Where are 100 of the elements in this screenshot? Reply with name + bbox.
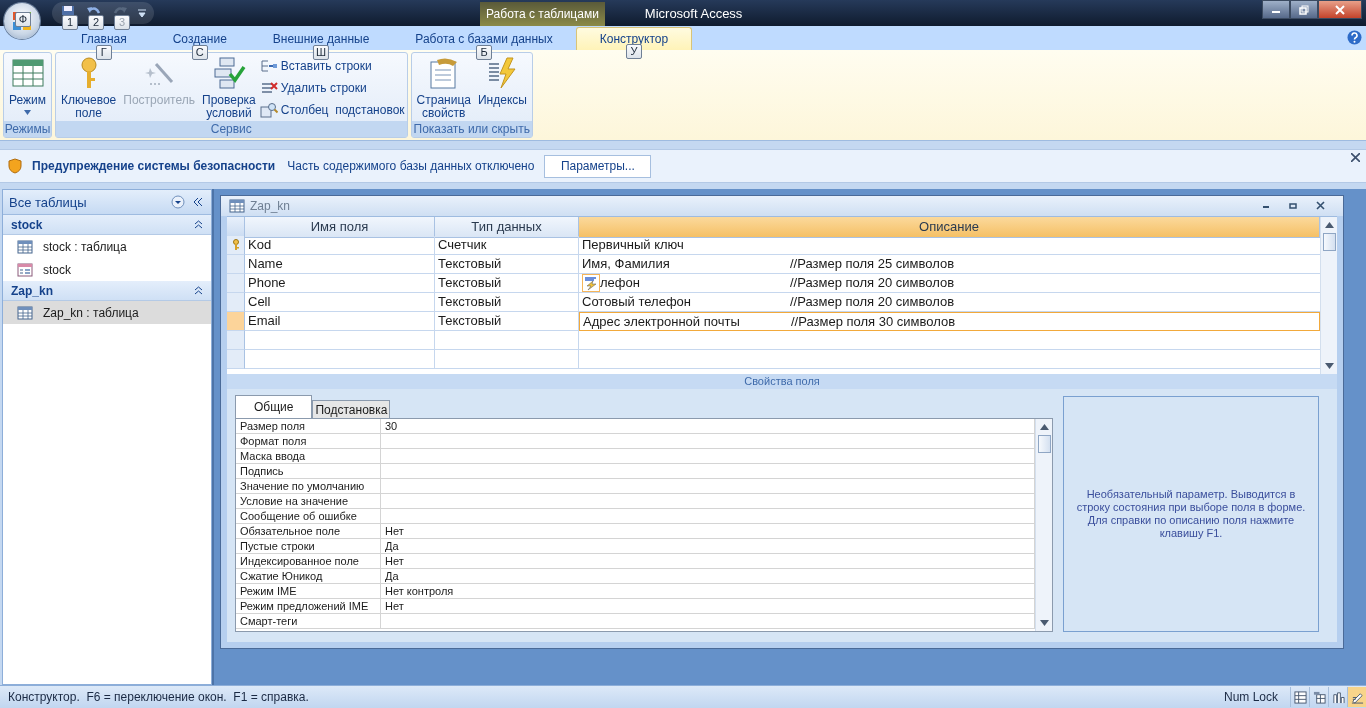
property-label: Сообщение об ошибке <box>236 509 381 524</box>
property-label: Режим IME <box>236 584 381 599</box>
table-cell: Name <box>245 255 435 274</box>
description-text: Имя, Фамилия <box>582 256 670 272</box>
options-button[interactable]: Параметры... <box>544 154 652 178</box>
minimize-button[interactable] <box>1262 0 1290 19</box>
description-text: Адрес электронной почты <box>583 314 740 329</box>
pivot-table-icon <box>1312 690 1326 704</box>
ribbon-button[interactable]: Столбец подстановок <box>259 101 405 119</box>
table-icon <box>229 199 245 213</box>
scroll-thumb[interactable] <box>1037 435 1051 453</box>
keytip: 2 <box>88 15 104 30</box>
nav-group-header[interactable]: Zap_kn <box>3 281 211 301</box>
grid-icon <box>10 56 45 90</box>
scroll-down-icon[interactable] <box>1324 363 1334 369</box>
table-cell: Email <box>245 312 435 331</box>
warning-message: Часть содержимого базы данных отключено <box>287 159 535 173</box>
restore-icon[interactable] <box>1289 201 1298 211</box>
property-value[interactable]: Да <box>381 539 1035 554</box>
property-value[interactable]: Нет контроля <box>381 584 1035 599</box>
ribbon-button[interactable]: Удалить строки <box>259 79 405 97</box>
context-tab-label: Работа с таблицами <box>480 2 605 26</box>
status-text: Конструктор. F6 = переключение окон. F1 = справка. <box>8 690 310 704</box>
keytip: 1 <box>62 15 78 30</box>
nav-group-title: Zap_kn <box>11 283 53 298</box>
scrollbar[interactable] <box>1320 217 1337 374</box>
keytip: Ш <box>313 45 330 60</box>
view-button[interactable] <box>1309 687 1328 707</box>
property-label: Сжатие Юникод <box>236 569 381 584</box>
group-label: Показать или скрыть <box>411 121 532 137</box>
ribbon-button[interactable]: Страница свойств <box>413 56 474 120</box>
column-header[interactable]: Тип данных <box>435 217 579 238</box>
property-value[interactable]: Нет <box>381 599 1035 614</box>
nav-group-header[interactable]: stock <box>3 215 211 235</box>
property-tab[interactable]: Общие <box>235 395 313 418</box>
section-title: Свойства поля <box>227 374 1337 389</box>
close-button[interactable] <box>1318 0 1362 19</box>
description-cell[interactable]: Имя, Фамилия //Размер поля 25 символов <box>579 255 1320 274</box>
check-icon <box>211 56 246 90</box>
key-icon <box>231 239 240 251</box>
description-cell[interactable]: лефон //Размер поля 20 символов <box>579 274 1320 293</box>
scrollbar[interactable] <box>1035 419 1052 631</box>
property-tab[interactable]: Подстановка <box>312 400 391 418</box>
design-view-icon <box>1350 690 1364 704</box>
close-icon[interactable] <box>1351 153 1360 162</box>
collapse-pane-icon[interactable] <box>191 195 205 209</box>
table-cell: Текстовый <box>435 312 579 331</box>
keytip: 3 <box>114 15 130 30</box>
form-icon <box>17 262 33 277</box>
description-text: Сотовый телефон <box>582 294 692 310</box>
property-value[interactable]: Нет <box>381 524 1035 539</box>
description-cell[interactable]: Адрес электронной почты //Размер поля 30 символов <box>579 312 1320 331</box>
column-header[interactable]: Описание <box>579 217 1320 238</box>
insert-rows-icon <box>259 58 278 74</box>
scroll-up-icon[interactable] <box>1039 424 1049 430</box>
close-icon[interactable] <box>1316 201 1325 211</box>
view-button[interactable] <box>1347 687 1366 707</box>
property-label: Значение по умолчанию <box>236 479 381 494</box>
keytip: Ф <box>15 12 31 27</box>
nav-group-title: stock <box>11 217 43 232</box>
help-text: Необязательный параметр. Выводится в строку состояния при выборе поля в форме. Для справки по описанию поля нажмите клавишу F1. <box>1075 488 1307 540</box>
nav-item-label: Zap_kn : таблица <box>43 305 139 320</box>
property-label: Подпись <box>236 464 381 479</box>
property-label: Размер поля <box>236 419 381 434</box>
property-value[interactable]: 30 <box>381 419 1035 434</box>
table-cell: Cell <box>245 293 435 312</box>
scroll-thumb[interactable] <box>1322 233 1336 251</box>
keytip: С <box>191 45 208 60</box>
close-icon <box>1335 4 1345 15</box>
column-header[interactable]: Имя поля <box>245 217 435 238</box>
collapse-icon <box>194 286 203 295</box>
view-button[interactable] <box>1290 687 1309 707</box>
nav-item-label: stock : таблица <box>43 239 127 254</box>
property-value[interactable]: Нет <box>381 554 1035 569</box>
window-title: Microsoft Access <box>644 5 743 21</box>
group-label: Режимы <box>4 121 51 137</box>
help-icon[interactable] <box>1347 30 1362 45</box>
property-label: Пустые строки <box>236 539 381 554</box>
collapse-icon <box>194 220 203 229</box>
table-cell: Счетчик <box>435 236 579 255</box>
table-icon <box>17 305 33 320</box>
scroll-up-icon[interactable] <box>1324 222 1334 228</box>
description-cell[interactable]: Сотовый телефон //Размер поля 20 символов <box>579 293 1320 312</box>
comment-text: //Размер поля 25 символов <box>790 256 956 272</box>
dropdown-icon[interactable] <box>171 195 185 209</box>
ribbon-button[interactable]: Режим <box>6 56 49 115</box>
property-value[interactable]: Да <box>381 569 1035 584</box>
property-label: Индексированное поле <box>236 554 381 569</box>
document-title: Zap_kn <box>250 199 291 213</box>
description-text: Первичный ключ <box>582 237 684 253</box>
restore-button[interactable] <box>1290 0 1318 19</box>
ribbon-button[interactable]: Вставить строки <box>259 57 405 75</box>
table-cell: Текстовый <box>435 255 579 274</box>
comment-text: //Размер поля 20 символов <box>790 294 956 310</box>
scroll-down-icon[interactable] <box>1039 620 1049 626</box>
customize-caret-icon[interactable] <box>138 9 146 17</box>
description-cell[interactable]: Первичный ключ <box>579 236 1320 255</box>
nav-item[interactable]: Zap_kn : таблица <box>3 301 211 324</box>
comment-text: //Размер поля 20 символов <box>790 275 956 291</box>
datasheet-view-icon <box>1293 690 1307 704</box>
